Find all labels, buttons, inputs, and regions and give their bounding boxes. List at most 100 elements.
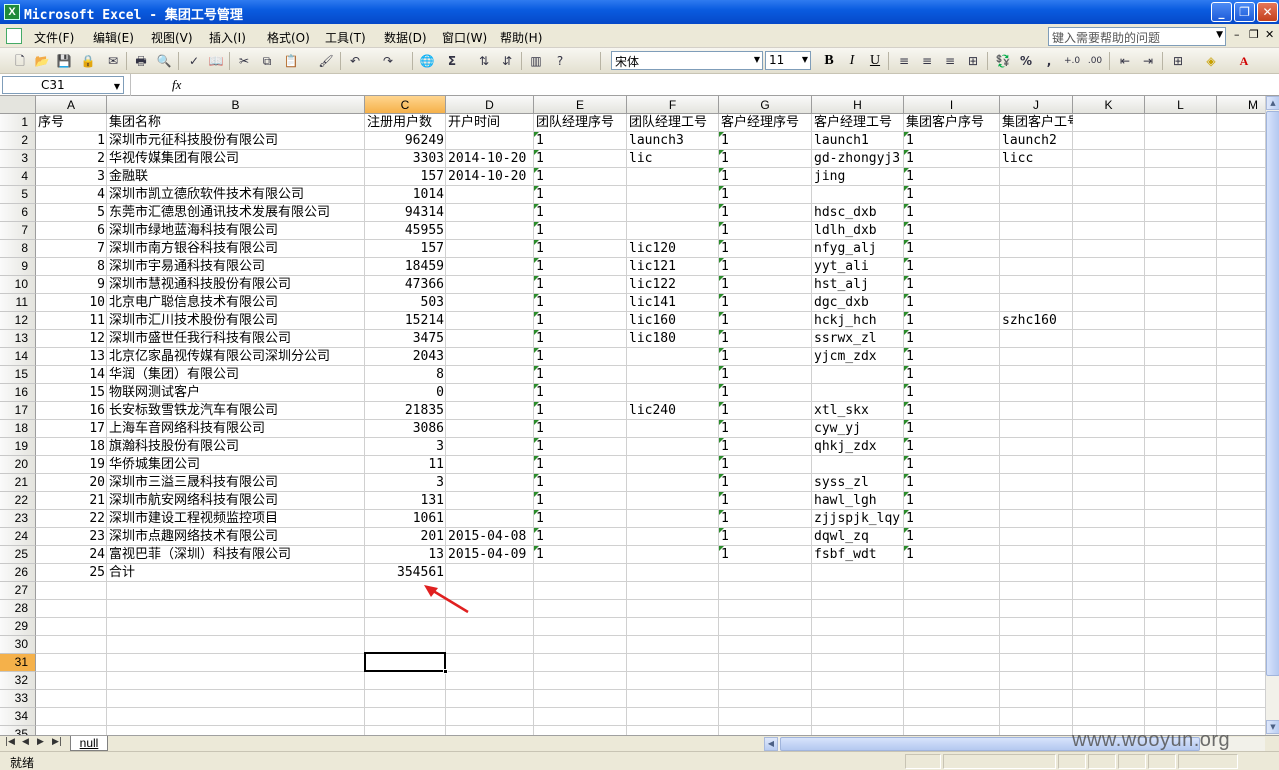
table-cell-gc_seq[interactable]: 1 (904, 330, 1000, 348)
column-header-L[interactable]: L (1145, 96, 1217, 114)
table-cell-tm_seq[interactable]: 1 (534, 474, 627, 492)
workbook-icon[interactable] (6, 28, 22, 44)
menu-view[interactable]: 视图(V) (151, 29, 193, 46)
row-header-21[interactable]: 21 (0, 474, 36, 492)
row-header-25[interactable]: 25 (0, 546, 36, 564)
table-cell-name[interactable]: 深圳市汇川技术股份有限公司 (107, 312, 365, 330)
column-header-C[interactable]: C (365, 96, 446, 114)
table-cell-cm_id[interactable]: ssrwx_zl (812, 330, 904, 348)
table-cell-cm_id[interactable]: syss_zl (812, 474, 904, 492)
table-cell-gc_seq[interactable]: 1 (904, 474, 1000, 492)
percent-button[interactable]: % (1018, 53, 1034, 69)
table-cell-cm_id[interactable]: zjjspjk_lqy (812, 510, 904, 528)
row-header-4[interactable]: 4 (0, 168, 36, 186)
row-header-29[interactable]: 29 (0, 618, 36, 636)
table-cell-date[interactable]: 2015-04-08 (446, 528, 534, 546)
table-cell-cm_seq[interactable]: 1 (719, 348, 812, 366)
table-cell-cm_seq[interactable]: 1 (719, 456, 812, 474)
table-cell-tm_seq[interactable]: 1 (534, 132, 627, 150)
minimize-button[interactable]: _ (1211, 2, 1232, 22)
table-cell-cm_seq[interactable]: 1 (719, 150, 812, 168)
table-cell-cm_seq[interactable]: 1 (719, 276, 812, 294)
doc-close-icon[interactable]: ✕ (1265, 28, 1274, 41)
column-header-D[interactable]: D (446, 96, 534, 114)
table-cell-cm_id[interactable]: jing (812, 168, 904, 186)
chevron-down-icon[interactable]: ▼ (1216, 30, 1223, 40)
vertical-scroll-thumb[interactable] (1266, 111, 1279, 676)
column-header-M[interactable]: M (1217, 96, 1265, 114)
row-header-28[interactable]: 28 (0, 600, 36, 618)
table-cell-gc_seq[interactable]: 1 (904, 186, 1000, 204)
row-header-34[interactable]: 34 (0, 708, 36, 726)
table-cell-cm_id[interactable]: cyw_yj (812, 420, 904, 438)
close-button[interactable]: ✕ (1257, 2, 1278, 22)
table-cell-name[interactable]: 深圳市宇易通科技有限公司 (107, 258, 365, 276)
table-cell-seq[interactable]: 18 (36, 438, 107, 456)
scroll-up-icon[interactable]: ▲ (1266, 96, 1279, 110)
table-cell-tm_seq[interactable]: 1 (534, 348, 627, 366)
table-cell-users[interactable]: 8 (365, 366, 446, 384)
chevron-down-icon[interactable]: ▼ (802, 55, 808, 64)
table-cell-cm_seq[interactable]: 1 (719, 132, 812, 150)
table-cell-tm_id[interactable]: lic (627, 150, 719, 168)
permission-icon[interactable]: 🔒 (80, 53, 96, 69)
table-cell-seq[interactable]: 12 (36, 330, 107, 348)
table-cell-name[interactable]: 金融联 (107, 168, 365, 186)
table-cell-users[interactable]: 1014 (365, 186, 446, 204)
select-all-corner[interactable] (0, 96, 36, 114)
font-name-select[interactable]: 宋体 ▼ (611, 51, 763, 70)
table-cell-users[interactable]: 131 (365, 492, 446, 510)
table-cell-gc_seq[interactable]: 1 (904, 258, 1000, 276)
table-cell-gc_seq[interactable]: 1 (904, 222, 1000, 240)
table-cell-date[interactable]: 2014-10-20 (446, 150, 534, 168)
row-header-5[interactable]: 5 (0, 186, 36, 204)
align-right-icon[interactable]: ≡ (942, 53, 958, 69)
table-cell-cm_seq[interactable]: 1 (719, 312, 812, 330)
table-cell-cm_seq[interactable]: 1 (719, 240, 812, 258)
table-cell-seq[interactable]: 3 (36, 168, 107, 186)
menu-format[interactable]: 格式(O) (267, 29, 310, 46)
table-cell-users[interactable]: 45955 (365, 222, 446, 240)
menu-insert[interactable]: 插入(I) (209, 29, 246, 46)
table-cell-tm_seq[interactable]: 1 (534, 546, 627, 564)
header-cell[interactable]: 客户经理工号 (812, 114, 904, 132)
row-header-27[interactable]: 27 (0, 582, 36, 600)
autosum-icon[interactable]: Σ (444, 53, 460, 69)
header-cell[interactable]: 客户经理序号 (719, 114, 812, 132)
help-icon[interactable]: ? (552, 53, 568, 69)
table-cell-users[interactable]: 3475 (365, 330, 446, 348)
table-cell-seq[interactable]: 19 (36, 456, 107, 474)
table-cell-cm_seq[interactable]: 1 (719, 186, 812, 204)
row-header-22[interactable]: 22 (0, 492, 36, 510)
table-cell-gc_seq[interactable]: 1 (904, 438, 1000, 456)
row-header-33[interactable]: 33 (0, 690, 36, 708)
table-cell-name[interactable]: 华侨城集团公司 (107, 456, 365, 474)
decrease-indent-icon[interactable]: ⇤ (1117, 53, 1133, 69)
research-icon[interactable]: 📖 (208, 53, 224, 69)
table-cell-cm_seq[interactable]: 1 (719, 330, 812, 348)
table-cell-name[interactable]: 北京电广聪信息技术有限公司 (107, 294, 365, 312)
table-cell-gc_seq[interactable]: 1 (904, 132, 1000, 150)
table-cell-tm_seq[interactable]: 1 (534, 258, 627, 276)
table-cell-cm_seq[interactable]: 1 (719, 510, 812, 528)
sheet-tab-null[interactable]: null (70, 736, 108, 751)
menu-tools[interactable]: 工具(T) (325, 29, 366, 46)
table-cell-gc_seq[interactable]: 1 (904, 384, 1000, 402)
table-cell-date[interactable]: 2015-04-09 (446, 546, 534, 564)
table-cell-cm_seq[interactable]: 1 (719, 420, 812, 438)
row-header-10[interactable]: 10 (0, 276, 36, 294)
table-cell-tm_seq[interactable]: 1 (534, 276, 627, 294)
table-cell-tm_seq[interactable]: 1 (534, 312, 627, 330)
row-header-23[interactable]: 23 (0, 510, 36, 528)
header-cell[interactable]: 团队经理序号 (534, 114, 627, 132)
spelling-icon[interactable]: ✓ (186, 53, 202, 69)
row-header-11[interactable]: 11 (0, 294, 36, 312)
table-cell-name[interactable]: 深圳市元征科技股份有限公司 (107, 132, 365, 150)
redo-icon[interactable]: ↷ (380, 53, 396, 69)
table-cell-cm_id[interactable]: ldlh_dxb (812, 222, 904, 240)
total-users-cell[interactable]: 354561 (365, 564, 446, 582)
table-cell-users[interactable]: 503 (365, 294, 446, 312)
row-header-35[interactable]: 35 (0, 726, 36, 735)
table-cell-tm_seq[interactable]: 1 (534, 456, 627, 474)
table-cell-name[interactable]: 富视巴菲（深圳）科技有限公司 (107, 546, 365, 564)
